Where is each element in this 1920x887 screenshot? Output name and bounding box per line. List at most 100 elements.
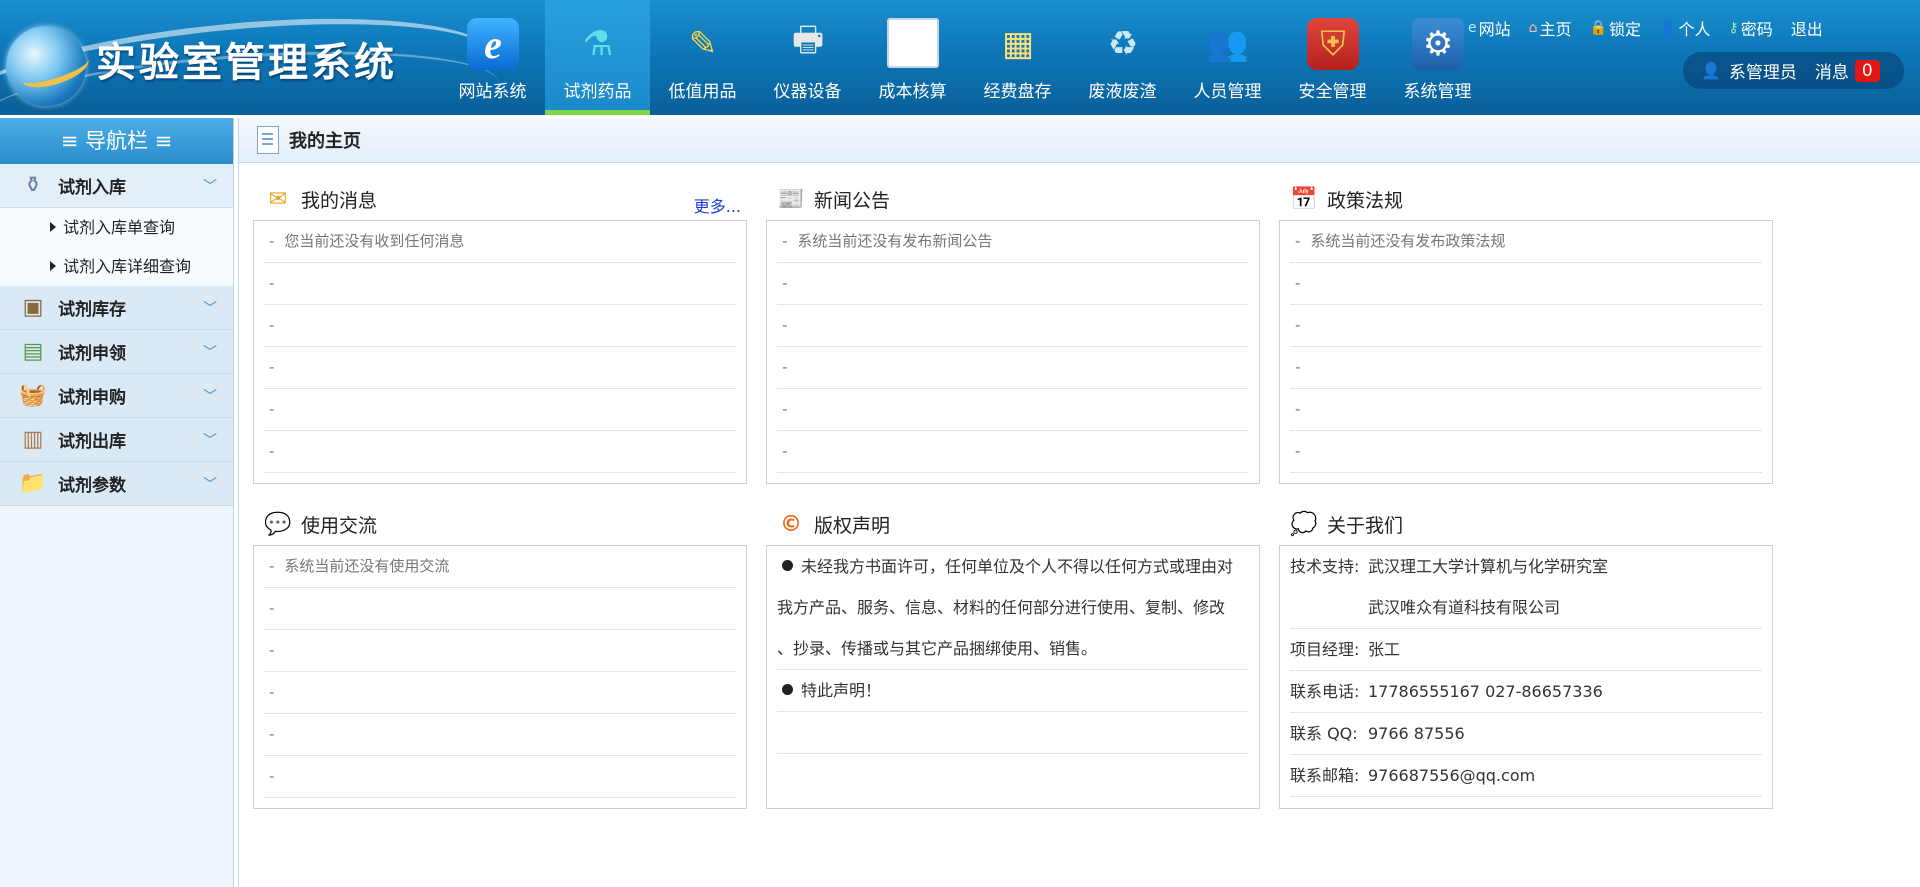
main-nav: e 网站系统 ⚗ 试剂药品 ✎ 低值用品 🖶 仪器设备 成本核算 ▦ 经费盘存 … — [440, 0, 1490, 115]
panel-header: 📅 政策法规 — [1279, 178, 1773, 220]
top-link-label: 个人 — [1678, 20, 1711, 39]
sidebar-item-label: 试剂入库详细查询 — [63, 257, 192, 276]
top-link-home[interactable]: ⌂ 主页 — [1529, 16, 1572, 40]
top-link-personal[interactable]: 👤 个人 — [1659, 16, 1710, 40]
sidebar-group-label: 试剂出库 — [58, 432, 126, 452]
sidebar-item-in-detail-query[interactable]: 试剂入库详细查询 — [0, 247, 233, 286]
message-count-badge[interactable]: 0 — [1854, 59, 1880, 82]
more-link[interactable]: 更多... — [694, 193, 741, 217]
panel-header: 💬 使用交流 — [253, 503, 747, 545]
bullet-icon — [782, 684, 793, 695]
sidebar-group-label: 试剂库存 — [58, 300, 126, 320]
top-link-label: 锁定 — [1608, 20, 1641, 39]
panel-body: - 系统当前还没有发布政策法规 - - - - - — [1279, 220, 1773, 484]
nav-reagents[interactable]: ⚗ 试剂药品 — [545, 0, 650, 115]
top-link-website[interactable]: e 网站 — [1468, 16, 1511, 40]
list-item: - — [264, 347, 736, 389]
list-item: - — [1290, 263, 1762, 305]
list-item: - — [264, 588, 736, 630]
nav-instruments[interactable]: 🖶 仪器设备 — [755, 0, 860, 115]
speech-bubbles-icon: 💭 — [1290, 511, 1318, 537]
panel-title: 版权声明 — [814, 514, 891, 537]
ie-small-icon: e — [1468, 20, 1477, 36]
list-item: - — [1290, 431, 1762, 473]
submenu-reagent-in: 试剂入库单查询 试剂入库详细查询 — [0, 208, 233, 286]
copyright-text: 未经我方书面许可，任何单位及个人不得以任何方式或理由对 — [777, 546, 1249, 587]
panel-exchange: 💬 使用交流 - 系统当前还没有使用交流 - - - - - — [253, 503, 747, 809]
inventory-icon: ▣ — [22, 295, 44, 320]
nav-website-system[interactable]: e 网站系统 — [440, 0, 545, 115]
newspaper-icon: 📰 — [777, 186, 805, 212]
panel-header: ✉ 我的消息 更多... — [253, 178, 747, 220]
panel-title: 我的消息 — [301, 189, 378, 212]
panel-body: - 系统当前还没有使用交流 - - - - - — [253, 545, 747, 809]
sidebar-group-parameters[interactable]: 📁 试剂参数 ﹀ — [0, 462, 233, 506]
sidebar-group-label: 试剂入库 — [58, 178, 126, 198]
messages-link[interactable]: 消息 — [1815, 58, 1849, 83]
main-content: 我的主页 ✉ 我的消息 更多... - 您当前还没有收到任何消息 - - - - … — [238, 118, 1920, 887]
app-title: 实验室管理系统 — [96, 39, 397, 86]
list-item: - — [264, 714, 736, 756]
panel-news: 📰 新闻公告 - 系统当前还没有发布新闻公告 - - - - - — [766, 178, 1260, 484]
calendar-icon: 📅 — [1290, 186, 1318, 212]
nav-waste[interactable]: ♻ 废液废渣 — [1070, 0, 1175, 115]
top-link-lock[interactable]: 🔒 锁定 — [1590, 16, 1641, 40]
nav-safety[interactable]: ⛨ 安全管理 — [1280, 0, 1385, 115]
money-calculator-icon: ▦ — [1001, 24, 1035, 64]
main-header: 我的主页 — [239, 118, 1920, 163]
nav-personnel[interactable]: 👥 人员管理 — [1175, 0, 1280, 115]
top-header: 实验室管理系统 e 网站系统 ⚗ 试剂药品 ✎ 低值用品 🖶 仪器设备 成本核算… — [0, 0, 1920, 115]
list-item: - — [264, 431, 736, 473]
panel-header: 💭 关于我们 — [1279, 503, 1773, 545]
nav-cost-accounting[interactable]: 成本核算 — [860, 0, 965, 115]
about-support-2: 武汉唯众有道科技有限公司 — [1290, 587, 1762, 629]
top-link-logout[interactable]: 退出 — [1791, 16, 1823, 40]
sidebar-group-label: 试剂申购 — [58, 388, 126, 408]
chevron-down-icon: ﹀ — [203, 301, 217, 317]
panel-body: 技术支持: 武汉理工大学计算机与化学研究室 武汉唯众有道科技有限公司 项目经理: 张… — [1279, 545, 1773, 809]
recycle-bin-icon: ♻ — [1107, 24, 1139, 64]
list-item: - — [264, 672, 736, 714]
parameter-folder-icon: 📁 — [19, 471, 47, 496]
panel-title: 关于我们 — [1327, 514, 1404, 537]
envelope-icon: ✉ — [268, 186, 288, 212]
user-name[interactable]: 系管理员 — [1729, 58, 1797, 83]
list-item: - 系统当前还没有使用交流 — [264, 546, 736, 588]
home-icon: ⌂ — [1528, 20, 1538, 36]
person-icon: 👤 — [1659, 20, 1677, 36]
sidebar-item-in-order-query[interactable]: 试剂入库单查询 — [0, 208, 233, 247]
top-link-password[interactable]: ⚷ 密码 — [1728, 16, 1772, 40]
sidebar-group-inventory[interactable]: ▣ 试剂库存 ﹀ — [0, 286, 233, 330]
panel-body: - 您当前还没有收到任何消息 - - - - - — [253, 220, 747, 484]
sidebar-group-purchase[interactable]: 🧺 试剂申购 ﹀ — [0, 374, 233, 418]
list-item: - — [264, 630, 736, 672]
list-item: - — [264, 389, 736, 431]
top-links: e 网站 ⌂ 主页 🔒 锁定 👤 个人 ⚷ 密码 退出 — [1468, 16, 1841, 40]
list-item: - — [777, 389, 1249, 431]
about-email: 联系邮箱: 976687556@qq.com — [1290, 755, 1762, 797]
sidebar-group-reagent-out[interactable]: ▥ 试剂出库 ﹀ — [0, 418, 233, 462]
sidebar-title: ≡ 导航栏 ≡ — [0, 118, 233, 164]
sidebar-group-reagent-in[interactable]: ⚱ 试剂入库 ﹀ — [0, 164, 233, 208]
panel-title: 新闻公告 — [814, 189, 891, 212]
about-manager: 项目经理: 张工 — [1290, 629, 1762, 671]
nav-label: 试剂药品 — [563, 82, 632, 102]
people-icon: 👥 — [1206, 24, 1250, 64]
copyright-icon: © — [780, 511, 802, 537]
reagent-out-icon: ▥ — [22, 427, 44, 452]
user-box: 👤 系管理员 消息 0 — [1683, 52, 1904, 89]
list-item: - — [264, 756, 736, 798]
list-item: - — [1290, 347, 1762, 389]
sidebar-group-label: 试剂参数 — [58, 476, 126, 496]
nav-low-value-supplies[interactable]: ✎ 低值用品 — [650, 0, 755, 115]
sidebar-group-requisition[interactable]: ▤ 试剂申领 ﹀ — [0, 330, 233, 374]
sidebar: ≡ 导航栏 ≡ ⚱ 试剂入库 ﹀ 试剂入库单查询 试剂入库详细查询 ▣ 试剂库存… — [0, 118, 234, 887]
nav-funds-inventory[interactable]: ▦ 经费盘存 — [965, 0, 1070, 115]
sidebar-group-label: 试剂申领 — [58, 344, 126, 364]
shield-icon: ⛨ — [1307, 18, 1359, 70]
top-link-label: 主页 — [1539, 20, 1572, 39]
document-icon — [257, 126, 279, 154]
panel-policy: 📅 政策法规 - 系统当前还没有发布政策法规 - - - - - — [1279, 178, 1773, 484]
panel-title: 使用交流 — [301, 514, 378, 537]
list-item — [777, 712, 1249, 754]
